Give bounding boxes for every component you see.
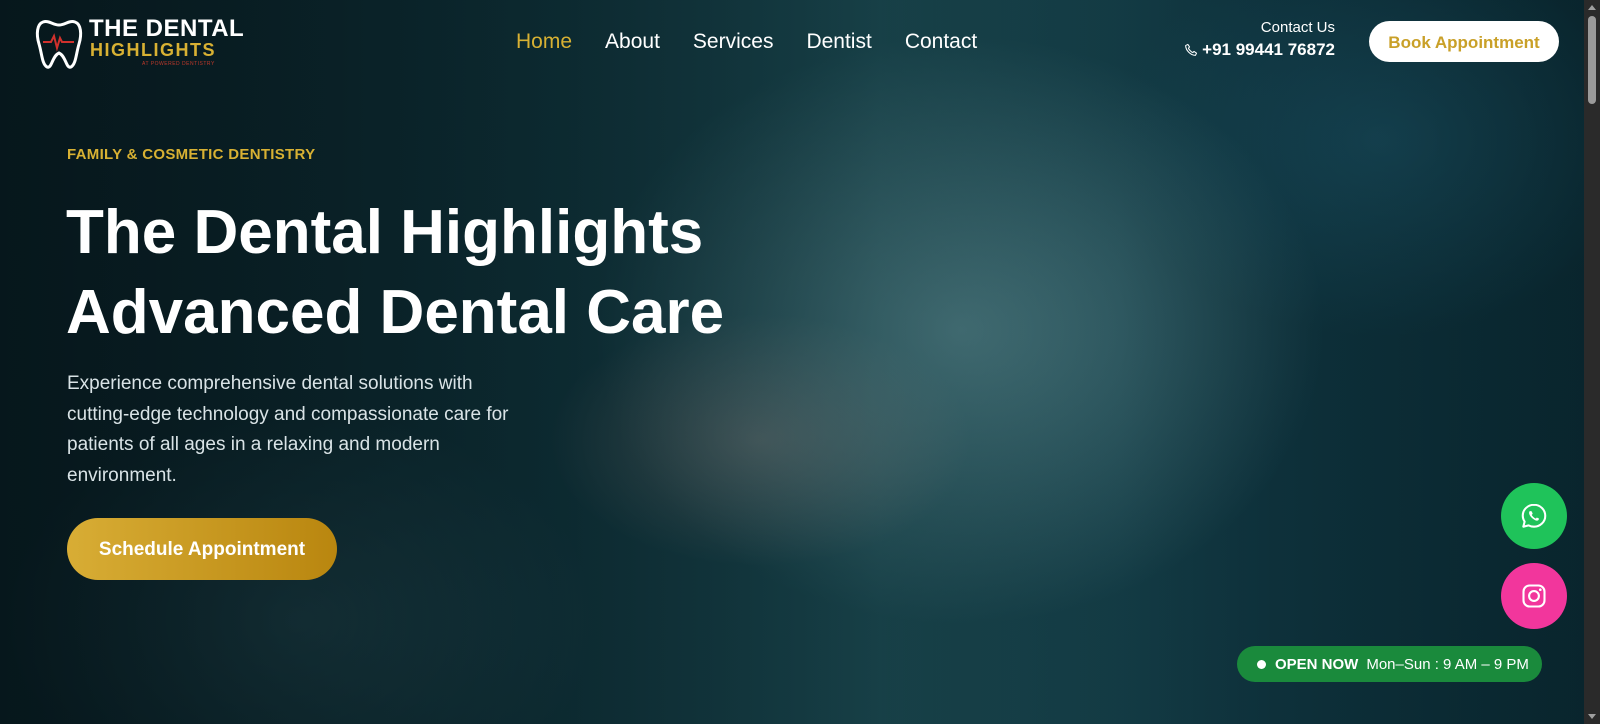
whatsapp-icon xyxy=(1521,503,1547,528)
hero-description: Experience comprehensive dental solution… xyxy=(67,373,509,486)
brand-tagline: AT POWERED DENTISTRY xyxy=(142,61,215,67)
instagram-icon xyxy=(1522,584,1546,608)
brand-name-line1: THE DENTAL xyxy=(89,15,245,42)
nav-dentist[interactable]: Dentist xyxy=(806,28,871,56)
hero-title: The Dental Highlights Advanced Dental Ca… xyxy=(66,193,724,353)
nav-about[interactable]: About xyxy=(605,28,660,56)
open-status-label: OPEN NOW xyxy=(1275,655,1359,673)
scroll-up-arrow-icon[interactable] xyxy=(1588,5,1596,10)
brand-name-line2: HIGHLIGHTS xyxy=(90,40,216,60)
open-hours-text: Mon–Sun : 9 AM – 9 PM xyxy=(1366,655,1529,673)
scrollbar-thumb[interactable] xyxy=(1588,16,1596,104)
nav-home[interactable]: Home xyxy=(516,28,572,56)
book-appointment-button[interactable]: Book Appointment xyxy=(1369,21,1559,62)
page: THE DENTAL HIGHLIGHTS AT POWERED DENTIST… xyxy=(0,0,1600,724)
phone-icon xyxy=(1184,43,1198,57)
instagram-button[interactable] xyxy=(1501,563,1567,629)
status-dot-icon xyxy=(1257,659,1266,669)
page-scrollbar[interactable] xyxy=(1584,0,1600,724)
tooth-icon xyxy=(35,20,83,69)
nav-services[interactable]: Services xyxy=(693,28,774,56)
contact-label: Contact Us xyxy=(1260,19,1335,36)
main-nav: Home About Services Dentist Contact xyxy=(516,28,1010,56)
hero-title-line1: The Dental Highlights xyxy=(66,198,704,267)
contact-phone-number: +91 99441 76872 xyxy=(1202,40,1335,59)
hero-title-line2: Advanced Dental Care xyxy=(66,278,725,347)
site-header: THE DENTAL HIGHLIGHTS AT POWERED DENTIST… xyxy=(0,0,1600,84)
header-contact: Contact Us +91 99441 76872 xyxy=(1184,18,1335,62)
open-status-badge: OPEN NOW Mon–Sun : 9 AM – 9 PM xyxy=(1237,646,1542,682)
hero-overlay xyxy=(0,0,1600,724)
schedule-appointment-button[interactable]: Schedule Appointment xyxy=(67,518,337,580)
nav-contact[interactable]: Contact xyxy=(905,28,977,56)
whatsapp-button[interactable] xyxy=(1501,483,1567,549)
hero-eyebrow: FAMILY & COSMETIC DENTISTRY xyxy=(67,146,316,163)
brand-logo[interactable]: THE DENTAL HIGHLIGHTS AT POWERED DENTIST… xyxy=(34,14,244,70)
scroll-down-arrow-icon[interactable] xyxy=(1588,714,1596,719)
contact-phone-link[interactable]: +91 99441 76872 xyxy=(1184,38,1335,62)
